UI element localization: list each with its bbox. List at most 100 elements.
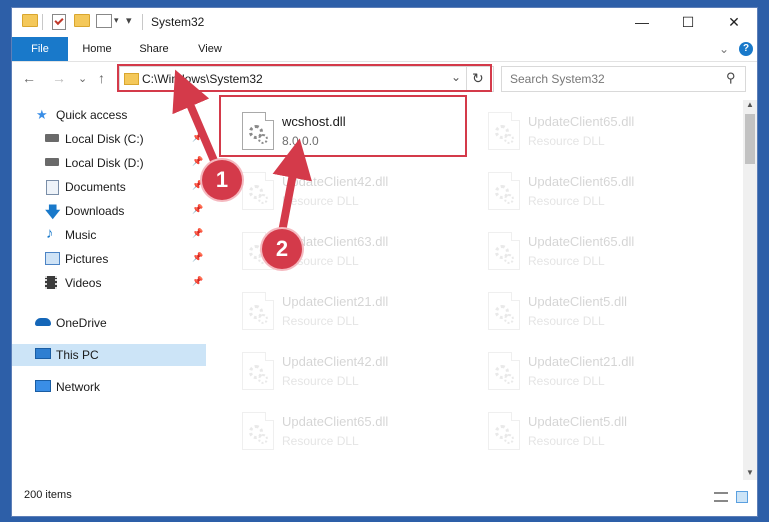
file-tile[interactable]: UpdateClient65.dll Resource DLL — [476, 224, 716, 276]
sidebar-item-label: Documents — [65, 180, 126, 194]
divider — [42, 14, 43, 30]
dll-file-icon — [242, 292, 274, 330]
dll-file-icon — [242, 172, 274, 210]
scroll-down-icon[interactable]: ▼ — [746, 468, 754, 477]
file-description: Resource DLL — [282, 194, 359, 208]
sidebar-item-label: Music — [65, 228, 97, 242]
qa-dropdown-icon[interactable]: ▾ — [114, 15, 119, 26]
expand-ribbon-icon[interactable]: ⌄ — [716, 37, 732, 61]
customize-icon[interactable] — [96, 14, 112, 28]
file-description: Resource DLL — [282, 314, 359, 328]
dll-file-icon — [242, 412, 274, 450]
up-button[interactable]: ↑ — [98, 70, 105, 86]
file-description: Resource DLL — [528, 374, 605, 388]
file-name: UpdateClient5.dll — [528, 294, 628, 309]
dll-file-icon — [488, 112, 520, 150]
dll-file-icon — [488, 172, 520, 210]
file-description: Resource DLL — [528, 194, 605, 208]
file-name: UpdateClient42.dll — [282, 174, 389, 189]
sidebar-item-onedrive[interactable]: OneDrive — [12, 312, 206, 334]
sidebar-item-label: Quick access — [56, 108, 128, 122]
file-tile[interactable]: UpdateClient5.dll Resource DLL — [476, 404, 716, 456]
step-badge-2: 2 — [262, 229, 302, 269]
sidebar-item-label: Local Disk (D:) — [65, 156, 144, 170]
sidebar-item-downloads[interactable]: 🡇 Downloads 📌 — [12, 200, 206, 222]
new-folder-icon[interactable] — [74, 14, 90, 27]
navigation-pane: ★ Quick access Local Disk (C:) 📌 Local D… — [12, 100, 206, 480]
scroll-up-icon[interactable]: ▲ — [746, 100, 754, 109]
file-name: UpdateClient21.dll — [528, 354, 635, 369]
close-button[interactable]: ✕ — [711, 8, 757, 36]
recent-locations-icon[interactable]: ⌄ — [78, 72, 87, 85]
step-badge-1: 1 — [202, 160, 242, 200]
sidebar-item-videos[interactable]: Videos 📌 — [12, 272, 206, 294]
pin-icon[interactable]: 📌 — [192, 276, 203, 287]
item-count: 200 items — [24, 489, 72, 501]
dll-file-icon — [242, 352, 274, 390]
tiles-view-icon[interactable] — [736, 491, 748, 503]
back-button[interactable]: ← — [22, 70, 36, 86]
properties-icon[interactable] — [52, 14, 66, 30]
divider — [142, 14, 143, 30]
file-name: UpdateClient65.dll — [528, 114, 635, 129]
help-icon[interactable]: ? — [739, 42, 753, 56]
tab-share[interactable]: Share — [128, 37, 180, 61]
ribbon-tabs: File Home Share View ⌄ ? — [12, 37, 757, 62]
sidebar-item-this-pc[interactable]: This PC — [12, 344, 206, 366]
file-tile[interactable]: UpdateClient65.dll Resource DLL — [476, 164, 716, 216]
sidebar-item-quick-access[interactable]: ★ Quick access — [12, 104, 206, 126]
tab-view[interactable]: View — [186, 37, 234, 61]
pin-icon[interactable]: 📌 — [192, 252, 203, 263]
sidebar-item-local-disk-c[interactable]: Local Disk (C:) 📌 — [12, 128, 206, 150]
pin-icon[interactable]: 📌 — [192, 132, 203, 143]
tab-file[interactable]: File — [12, 37, 68, 61]
window-title: System32 — [151, 15, 205, 29]
search-icon[interactable]: ⚲ — [726, 70, 736, 86]
qa-customize-arrow-icon[interactable]: ▾ — [126, 14, 132, 27]
sidebar-item-music[interactable]: ♪ Music 📌 — [12, 224, 206, 246]
maximize-button[interactable]: ☐ — [665, 8, 711, 36]
file-tile[interactable]: UpdateClient42.dll Resource DLL — [230, 164, 470, 216]
documents-icon — [46, 180, 59, 195]
file-name: UpdateClient65.dll — [282, 414, 389, 429]
videos-icon — [45, 276, 57, 289]
search-box[interactable]: ⚲ — [501, 66, 746, 92]
file-tile[interactable]: UpdateClient21.dll Resource DLL — [476, 344, 716, 396]
file-tile[interactable]: UpdateClient21.dll Resource DLL — [230, 284, 470, 336]
dll-file-icon — [488, 292, 520, 330]
file-tile[interactable]: UpdateClient5.dll Resource DLL — [476, 284, 716, 336]
sidebar-item-label: OneDrive — [56, 316, 107, 330]
download-icon: 🡇 — [45, 204, 61, 221]
file-tile[interactable]: UpdateClient65.dll Resource DLL — [476, 104, 716, 156]
sidebar-item-label: Downloads — [65, 204, 125, 218]
pin-icon[interactable]: 📌 — [192, 228, 203, 239]
pictures-icon — [45, 252, 60, 265]
forward-button[interactable]: → — [52, 70, 66, 86]
sidebar-item-pictures[interactable]: Pictures 📌 — [12, 248, 206, 270]
sidebar-item-documents[interactable]: Documents 📌 — [12, 176, 206, 198]
dll-file-icon — [488, 412, 520, 450]
file-tile[interactable]: UpdateClient65.dll Resource DLL — [230, 404, 470, 456]
tab-home[interactable]: Home — [72, 37, 122, 61]
computer-icon — [35, 348, 51, 359]
file-tile[interactable]: UpdateClient42.dll Resource DLL — [230, 344, 470, 396]
file-description: Resource DLL — [282, 434, 359, 448]
title-bar: ▾ ▾ System32 — ☐ ✕ — [12, 8, 757, 36]
drive-icon — [45, 158, 59, 166]
file-name: UpdateClient65.dll — [528, 174, 635, 189]
file-name: UpdateClient5.dll — [528, 414, 628, 429]
pin-icon[interactable]: 📌 — [192, 204, 203, 215]
pin-icon[interactable]: 📌 — [192, 156, 203, 167]
search-input[interactable] — [508, 70, 722, 88]
sidebar-item-local-disk-d[interactable]: Local Disk (D:) 📌 — [12, 152, 206, 174]
minimize-button[interactable]: — — [619, 8, 665, 36]
network-icon — [35, 380, 51, 392]
file-description: Resource DLL — [528, 314, 605, 328]
details-view-icon[interactable] — [714, 492, 728, 502]
scroll-thumb[interactable] — [745, 114, 755, 164]
file-highlight-box — [219, 95, 467, 157]
vertical-scrollbar[interactable]: ▲ ▼ — [743, 100, 757, 480]
file-name: UpdateClient65.dll — [528, 234, 635, 249]
music-icon: ♪ — [46, 225, 54, 242]
sidebar-item-network[interactable]: Network — [12, 376, 206, 398]
